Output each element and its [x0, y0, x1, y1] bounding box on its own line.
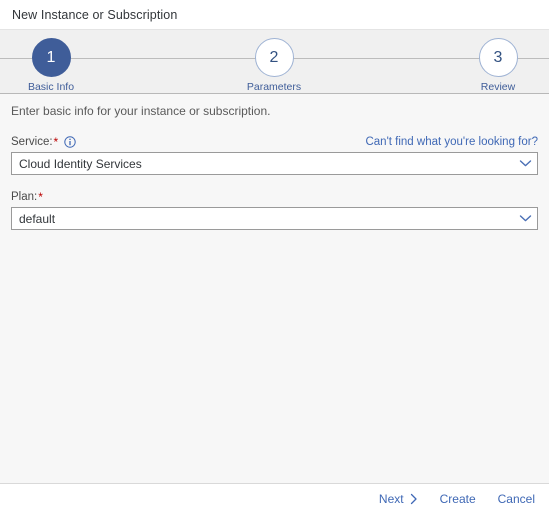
cancel-button[interactable]: Cancel: [498, 492, 535, 506]
plan-select-value: default: [19, 211, 56, 226]
service-select[interactable]: Cloud Identity Services: [11, 152, 538, 175]
wizard-step-2-number: 2: [269, 48, 279, 66]
cancel-button-label: Cancel: [497, 492, 535, 506]
wizard-step-3-number: 3: [493, 48, 503, 66]
plan-required-marker: *: [38, 189, 43, 204]
plan-select[interactable]: default: [11, 207, 538, 230]
intro-description: Enter basic info for your instance or su…: [11, 104, 271, 118]
dialog-content: Enter basic info for your instance or su…: [0, 94, 549, 483]
chevron-down-icon[interactable]: [513, 214, 537, 223]
wizard-step-2-circle[interactable]: 2: [254, 38, 294, 77]
service-field-block: Service: * Can't find what you're lookin…: [11, 134, 538, 175]
service-label: Service:: [11, 135, 53, 148]
create-button[interactable]: Create: [440, 492, 476, 506]
wizard-track: 1 Basic Info 2 Parameters 3 Review: [0, 30, 549, 93]
cant-find-help-link[interactable]: Can't find what you're looking for?: [365, 136, 538, 148]
wizard-step-review[interactable]: 3 Review: [453, 38, 543, 93]
chevron-down-icon[interactable]: [513, 159, 537, 168]
service-label-row: Service: * Can't find what you're lookin…: [11, 134, 538, 149]
plan-label-row: Plan: *: [11, 189, 538, 204]
dialog-title: New Instance or Subscription: [12, 7, 178, 22]
wizard-step-2-label: Parameters: [246, 81, 302, 93]
service-select-value: Cloud Identity Services: [19, 156, 142, 171]
wizard-step-3-label: Review: [480, 81, 516, 93]
wizard-step-1-circle[interactable]: 1: [31, 38, 71, 77]
plan-field-block: Plan: * default: [11, 189, 538, 230]
dialog-footer: Next Create Cancel: [0, 483, 549, 514]
plan-label: Plan:: [11, 190, 38, 203]
next-button-label: Next: [378, 492, 404, 506]
wizard-step-1-number: 1: [46, 48, 56, 66]
info-circle-icon[interactable]: [64, 135, 76, 148]
next-button[interactable]: Next: [379, 492, 418, 506]
new-instance-dialog: New Instance or Subscription 1 Basic Inf…: [0, 0, 549, 514]
service-required-marker: *: [53, 134, 59, 149]
wizard-step-parameters[interactable]: 2 Parameters: [229, 38, 319, 93]
create-button-label: Create: [439, 492, 476, 506]
wizard-step-basic-info[interactable]: 1 Basic Info: [6, 38, 96, 93]
dialog-titlebar: New Instance or Subscription: [0, 0, 549, 29]
wizard-step-3-circle[interactable]: 3: [478, 38, 518, 77]
wizard-step-band: 1 Basic Info 2 Parameters 3 Review: [0, 29, 549, 94]
wizard-step-1-label: Basic Info: [27, 81, 75, 93]
chevron-right-icon: [410, 493, 418, 505]
